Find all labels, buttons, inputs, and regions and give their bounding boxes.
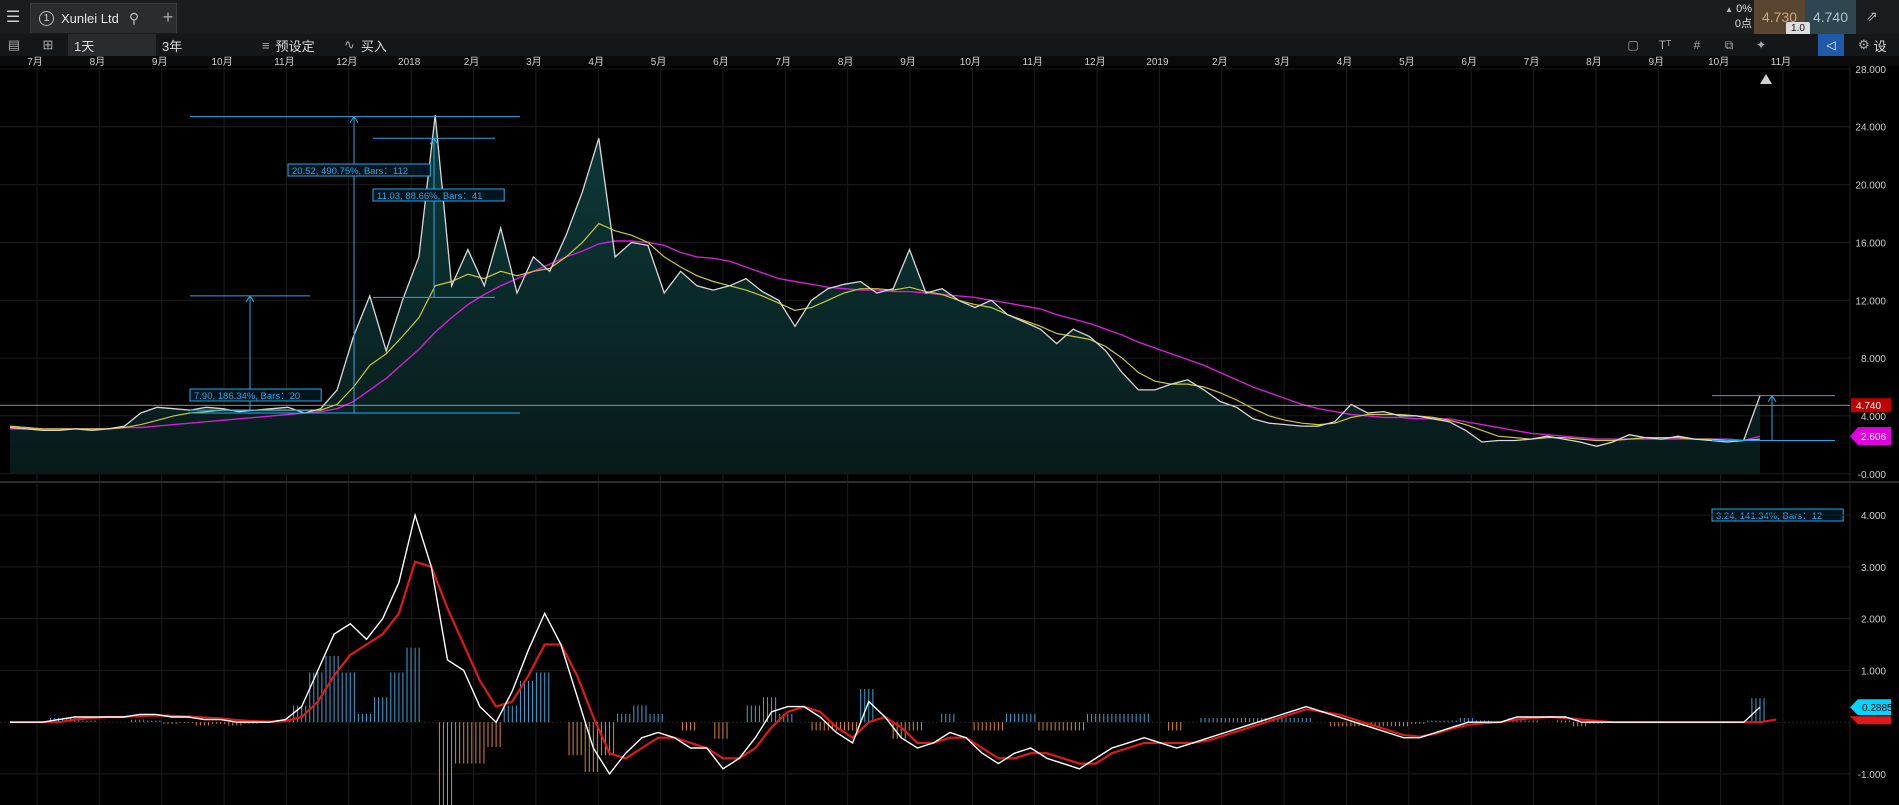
x-tick-label: 8月	[838, 56, 854, 68]
x-tick-label: 4月	[1337, 56, 1353, 68]
buy-button[interactable]: ∿ 买入	[344, 34, 404, 56]
x-tick-label: 10月	[1708, 56, 1729, 68]
measure-label: 11.03, 88.66%, Bars：41	[377, 191, 482, 202]
buy-label: 买入	[360, 38, 387, 54]
macd-tick-label: 2.000	[1861, 615, 1886, 626]
tab-number: 1	[39, 11, 54, 26]
layout-icon[interactable]: ⊞	[38, 34, 58, 56]
duplicate-icon[interactable]: ⧉	[1716, 34, 1742, 56]
gear-icon: ⚙	[1858, 37, 1870, 52]
x-tick-label: 7月	[776, 56, 792, 68]
y-tick-label: 20.000	[1855, 181, 1886, 192]
y-tick-label: 12.000	[1855, 296, 1886, 307]
collapse-icon[interactable]: ⇗	[1866, 8, 1878, 25]
signal-badge	[1850, 716, 1891, 725]
change-pct: 0%	[1736, 3, 1752, 15]
x-tick-label: 3月	[526, 56, 542, 68]
panel-icon[interactable]: ▤	[4, 34, 24, 56]
macd-tick-label: 1.000	[1861, 666, 1886, 677]
x-tick-label: 2018	[398, 57, 421, 68]
x-tick-label: 8月	[1586, 56, 1602, 68]
macd-line	[10, 512, 1761, 776]
text-size-icon[interactable]: Tᵀ	[1652, 34, 1678, 56]
x-tick-label: 2019	[1146, 57, 1169, 68]
price-area	[10, 115, 1760, 474]
measure-label: 3.24, 141.34%, Bars：12	[1716, 511, 1822, 522]
change-pts: 0点	[1734, 18, 1752, 30]
macd-tick-label: 4.000	[1861, 511, 1886, 522]
top-bar: ☰ 1 Xunlei Ltd ⚲ + ▲ 0% 0点 4.730 4.740 1…	[0, 0, 1899, 35]
draw-tag-icon[interactable]: ◁	[1818, 34, 1844, 56]
last-price-label: 4.740	[1856, 401, 1881, 412]
x-tick-label: 9月	[152, 56, 168, 68]
add-tab-icon[interactable]: +	[158, 7, 178, 27]
y-tick-label: 24.000	[1855, 123, 1886, 134]
x-tick-label: 7月	[1524, 56, 1540, 68]
x-tick-label: 8月	[90, 56, 106, 68]
settings-label: 设	[1873, 38, 1887, 54]
measure-label: 7.90, 186.34%, Bars：20	[194, 391, 300, 402]
price-chart[interactable]: 7月 8月 9月 10月 11月 12月 2018 2月 3月 4月 5月 6月 7月 8月 9月 10月 11…	[0, 56, 1899, 805]
symbol-tab[interactable]: 1 Xunlei Ltd ⚲	[30, 3, 177, 33]
x-tick-label: 12月	[336, 56, 357, 68]
tab-title: Xunlei Ltd	[61, 11, 119, 26]
x-tick-label: 5月	[1399, 56, 1415, 68]
x-tick-label: 12月	[1085, 56, 1106, 68]
macd-last-label: 0.2885	[1862, 703, 1893, 714]
ma-label: 2.606	[1861, 432, 1886, 443]
x-tick-label: 9月	[900, 56, 916, 68]
x-tick-label: 5月	[651, 56, 667, 68]
preset-label: 预设定	[275, 38, 315, 54]
x-tick-label: 3月	[1274, 56, 1290, 68]
macd-tick-label: -1.000	[1858, 770, 1887, 781]
x-tick-label: 10月	[960, 56, 981, 68]
preset-button[interactable]: ≡ 预设定	[262, 34, 332, 56]
macd-tick-label: 3.000	[1861, 563, 1886, 574]
x-tick-label: 11月	[1771, 56, 1791, 68]
x-tick-label: 6月	[1461, 56, 1477, 68]
crosshair-icon[interactable]: ✦	[1748, 34, 1774, 56]
x-tick-label: 2月	[1212, 56, 1228, 68]
menu-icon[interactable]: ☰	[0, 0, 26, 34]
x-tick-label: 2月	[464, 56, 480, 68]
x-tick-label: 7月	[27, 56, 43, 68]
y-tick-label: 28.000	[1855, 65, 1886, 76]
y-tick-label: 8.000	[1861, 354, 1886, 365]
x-tick-label: 9月	[1649, 56, 1665, 68]
search-icon[interactable]: ⚲	[129, 10, 139, 27]
grid-icon[interactable]: #	[1684, 34, 1710, 56]
current-marker-icon	[1760, 74, 1772, 84]
range-select[interactable]: 3年	[160, 34, 252, 56]
x-tick-label: 6月	[713, 56, 729, 68]
change-arrow-icon: ▲	[1725, 5, 1734, 14]
y-tick-label: 16.000	[1855, 238, 1886, 249]
x-tick-label: 11月	[274, 56, 294, 68]
y-tick-label: 4.000	[1861, 412, 1886, 423]
hide-panel-icon[interactable]: ▢	[1620, 34, 1646, 56]
interval-select[interactable]: 1天	[68, 34, 156, 56]
y-tick-label: -0.000	[1858, 470, 1887, 481]
ask-button[interactable]: 4.740	[1805, 0, 1856, 34]
chart-toolbar: ▤ ⊞ 1天 3年 ≡ 预设定 ∿ 买入 ▢ Tᵀ # ⧉ ✦ ◁ ⚙ 设	[0, 34, 1899, 57]
trend-icon: ∿	[344, 37, 355, 52]
x-tick-label: 10月	[212, 56, 233, 68]
measure-label: 20.52, 490.75%, Bars：112	[292, 166, 408, 177]
sliders-icon: ≡	[262, 37, 270, 53]
x-tick-label: 11月	[1023, 56, 1043, 68]
change-block: ▲ 0% 0点	[1706, 2, 1752, 32]
settings-button[interactable]: ⚙ 设	[1858, 34, 1899, 56]
x-tick-label: 4月	[588, 56, 604, 68]
